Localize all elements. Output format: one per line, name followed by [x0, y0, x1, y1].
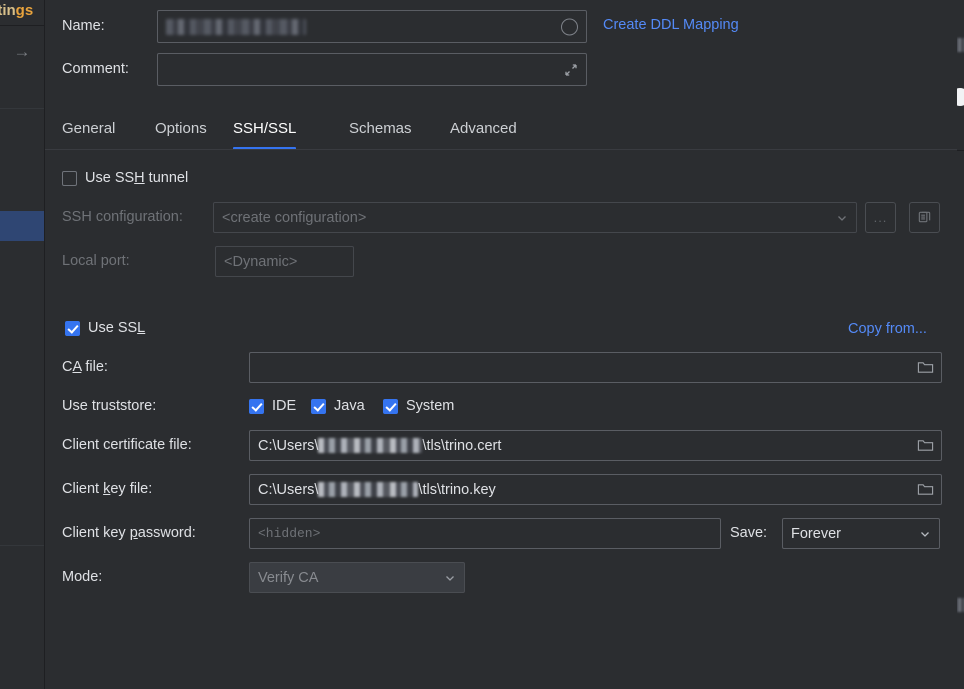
- copy-icon: [918, 211, 931, 223]
- sidebar-divider-bottom: [0, 545, 44, 546]
- client-certificate-browse-button[interactable]: [909, 430, 942, 461]
- chevron-down-icon: [446, 575, 454, 581]
- create-ddl-mapping-link[interactable]: Create DDL Mapping: [603, 17, 739, 33]
- use-ssl-row[interactable]: Use SSL: [65, 320, 145, 336]
- tab-schemas[interactable]: Schemas: [349, 108, 412, 150]
- local-port-value: <Dynamic>: [224, 253, 298, 270]
- right-strip-divider: [957, 150, 964, 151]
- name-value-redacted: [166, 18, 306, 35]
- folder-icon: [917, 362, 933, 373]
- client-key-password-input[interactable]: <hidden>: [249, 518, 721, 549]
- client-key-redaction: [318, 481, 419, 497]
- mode-combo[interactable]: Verify CA: [249, 562, 465, 593]
- name-input[interactable]: [157, 10, 587, 43]
- tab-advanced[interactable]: Advanced: [450, 108, 517, 150]
- save-value: Forever: [791, 525, 841, 542]
- tab-ssh-ssl[interactable]: SSH/SSL: [233, 108, 297, 150]
- ca-file-label: CA file:: [62, 359, 108, 375]
- save-label: Save:: [730, 525, 768, 541]
- truststore-java-checkbox[interactable]: [311, 398, 326, 414]
- ca-file-input[interactable]: [249, 352, 909, 383]
- right-strip-circle-icon: [957, 88, 964, 106]
- sidebar-divider-mid: [0, 108, 44, 109]
- right-background-strip: [957, 0, 964, 689]
- status-circle-icon: [561, 18, 578, 35]
- sidebar-title-fragment: Settings: [0, 2, 34, 19]
- tab-bar: General Options SSH/SSL Schemas Advanced: [45, 108, 958, 150]
- ssh-configuration-copy-button[interactable]: [909, 202, 940, 233]
- client-key-password-label: Client key password:: [62, 525, 196, 541]
- client-key-browse-button[interactable]: [909, 474, 942, 505]
- truststore-ide-checkbox[interactable]: [249, 398, 264, 414]
- use-ssh-tunnel-label: Use SSH tunnel: [85, 170, 189, 186]
- client-certificate-file-label: Client certificate file:: [62, 437, 192, 453]
- expand-icon[interactable]: [563, 62, 579, 78]
- data-source-dialog: Name: Comment: Create DDL Mapping Genera…: [44, 0, 958, 689]
- mode-value: Verify CA: [258, 569, 319, 586]
- copy-from-link[interactable]: Copy from...: [848, 321, 927, 337]
- local-port-label: Local port:: [62, 253, 130, 269]
- truststore-java-label: Java: [334, 398, 365, 414]
- chevron-down-icon: [921, 531, 929, 537]
- ssh-configuration-combo[interactable]: <create configuration>: [213, 202, 857, 233]
- truststore-ide-label: IDE: [272, 398, 297, 414]
- use-ssl-label: Use SSL: [88, 320, 146, 336]
- client-key-file-label: Client key file:: [62, 481, 153, 497]
- comment-input[interactable]: [157, 53, 587, 86]
- ssh-configuration-browse-button[interactable]: ...: [865, 202, 896, 233]
- truststore-system-checkbox[interactable]: [383, 398, 398, 414]
- truststore-system-row[interactable]: System: [383, 398, 454, 414]
- left-sidebar-rail: Settings →: [0, 0, 44, 689]
- client-key-path: C:\Users\ \tls\trino.key: [258, 481, 496, 498]
- use-truststore-label: Use truststore:: [62, 398, 157, 414]
- chevron-down-icon: [838, 215, 846, 221]
- save-combo[interactable]: Forever: [782, 518, 940, 549]
- truststore-java-row[interactable]: Java: [311, 398, 365, 414]
- use-ssh-tunnel-row[interactable]: Use SSH tunnel: [62, 170, 188, 186]
- tab-general[interactable]: General: [62, 108, 115, 150]
- client-certificate-file-input[interactable]: C:\Users\ \tls\trino.cert: [249, 430, 909, 461]
- ssh-ssl-panel: Use SSH tunnel SSH configuration: <creat…: [45, 150, 958, 689]
- ellipsis-icon: ...: [873, 210, 888, 225]
- ssh-configuration-label: SSH configuration:: [62, 209, 183, 225]
- client-key-password-placeholder: <hidden>: [258, 526, 321, 541]
- client-certificate-path: C:\Users\ \tls\trino.cert: [258, 437, 502, 454]
- sidebar-title-tail: gs: [15, 2, 34, 19]
- folder-icon: [917, 484, 933, 495]
- tab-options[interactable]: Options: [155, 108, 207, 150]
- tab-ssh-ssl-label: SSH/SSL: [233, 120, 297, 137]
- client-key-file-input[interactable]: C:\Users\ \tls\trino.key: [249, 474, 909, 505]
- forward-arrow-icon[interactable]: →: [8, 42, 36, 62]
- use-ssl-checkbox[interactable]: [65, 320, 80, 336]
- right-strip-text-fragment-bottom: [957, 598, 964, 612]
- truststore-ide-row[interactable]: IDE: [249, 398, 296, 414]
- ssh-configuration-value: <create configuration>: [222, 209, 367, 226]
- ca-file-browse-button[interactable]: [909, 352, 942, 383]
- sidebar-divider-top: [0, 25, 44, 26]
- comment-label: Comment:: [62, 61, 129, 77]
- sidebar-selected-item[interactable]: [0, 211, 44, 241]
- truststore-system-label: System: [406, 398, 455, 414]
- mode-label: Mode:: [62, 569, 103, 585]
- client-certificate-redaction: [318, 437, 423, 453]
- use-ssh-tunnel-checkbox[interactable]: [62, 170, 77, 186]
- local-port-input[interactable]: <Dynamic>: [215, 246, 354, 277]
- folder-icon: [917, 440, 933, 451]
- name-label: Name:: [62, 18, 105, 34]
- right-strip-text-fragment-top: [957, 38, 964, 52]
